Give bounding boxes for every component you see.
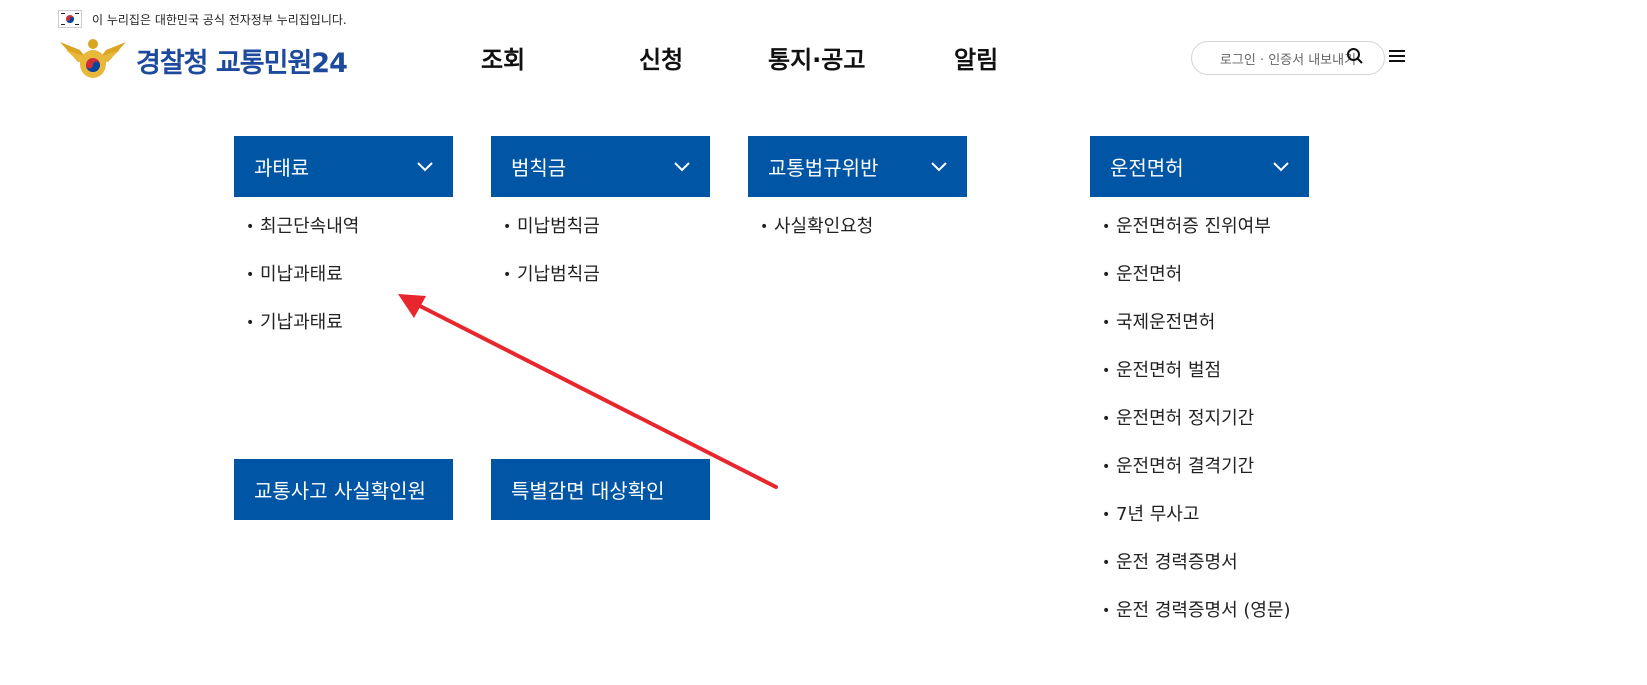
- list-item[interactable]: • 운전면허증 진위여부: [1102, 215, 1291, 263]
- logo-text: 경찰청 교통민원24: [136, 47, 348, 79]
- korea-flag-icon: [58, 10, 82, 28]
- chevron-down-icon: [672, 156, 692, 181]
- category-drivers-license[interactable]: 운전면허: [1090, 136, 1309, 197]
- list-item[interactable]: • 기납범칙금: [503, 263, 600, 311]
- list-item[interactable]: • 7년 무사고: [1102, 503, 1291, 551]
- category-traffic-violation-list: • 사실확인요청: [760, 215, 873, 263]
- nav-item-application[interactable]: 신청: [639, 40, 683, 75]
- gov-banner: 이 누리집은 대한민국 공식 전자정부 누리집입니다.: [58, 8, 347, 30]
- menu-button[interactable]: [1384, 45, 1410, 71]
- police-eagle-emblem-icon: [58, 36, 128, 84]
- category-penalty-title: 범칙금: [511, 156, 567, 180]
- category-traffic-violation-title: 교통법규위반: [768, 156, 879, 180]
- nav-item-notice[interactable]: 통지·공고: [768, 40, 865, 75]
- chevron-down-icon: [415, 156, 435, 181]
- nav-item-inquiry[interactable]: 조회: [481, 40, 525, 75]
- category-penalty[interactable]: 범칙금: [491, 136, 710, 197]
- menu-icon: [1388, 48, 1406, 68]
- list-item[interactable]: • 미납과태료: [246, 263, 359, 311]
- list-item[interactable]: • 운전면허 결격기간: [1102, 455, 1291, 503]
- category-fine[interactable]: 과태료: [234, 136, 453, 197]
- category-penalty-list: • 미납범칙금 • 기납범칙금: [503, 215, 600, 311]
- list-item[interactable]: • 운전면허 벌점: [1102, 359, 1291, 407]
- list-item[interactable]: • 국제운전면허: [1102, 311, 1291, 359]
- accident-certificate-label: 교통사고 사실확인원: [254, 479, 426, 503]
- category-drivers-license-list: • 운전면허증 진위여부 • 운전면허 • 국제운전면허 • 운전면허 벌점 • 운전면허…: [1102, 215, 1291, 647]
- list-item[interactable]: • 운전면허: [1102, 263, 1291, 311]
- chevron-down-icon: [1271, 156, 1291, 181]
- nav-item-news[interactable]: 알림: [954, 40, 998, 75]
- accident-certificate-button[interactable]: 교통사고 사실확인원: [234, 459, 453, 520]
- list-item[interactable]: • 기납과태료: [246, 311, 359, 359]
- list-item[interactable]: • 사실확인요청: [760, 215, 873, 263]
- special-reduction-button[interactable]: 특별감면 대상확인: [491, 459, 710, 520]
- list-item[interactable]: • 운전면허 정지기간: [1102, 407, 1291, 455]
- category-fine-title: 과태료: [254, 156, 310, 180]
- category-traffic-violation[interactable]: 교통법규위반: [748, 136, 967, 197]
- category-drivers-license-title: 운전면허: [1110, 156, 1184, 180]
- list-item[interactable]: • 미납범칙금: [503, 215, 600, 263]
- list-item[interactable]: • 운전 경력증명서: [1102, 551, 1291, 599]
- category-fine-list: • 최근단속내역 • 미납과태료 • 기납과태료: [246, 215, 359, 359]
- list-item[interactable]: • 최근단속내역: [246, 215, 359, 263]
- gov-banner-text: 이 누리집은 대한민국 공식 전자정부 누리집입니다.: [92, 12, 347, 27]
- chevron-down-icon: [929, 156, 949, 181]
- search-icon: [1346, 47, 1364, 69]
- special-reduction-label: 특별감면 대상확인: [511, 479, 665, 503]
- list-item[interactable]: • 운전 경력증명서 (영문): [1102, 599, 1291, 647]
- site-logo[interactable]: 경찰청 교통민원24: [58, 36, 348, 84]
- search-button[interactable]: [1342, 45, 1368, 71]
